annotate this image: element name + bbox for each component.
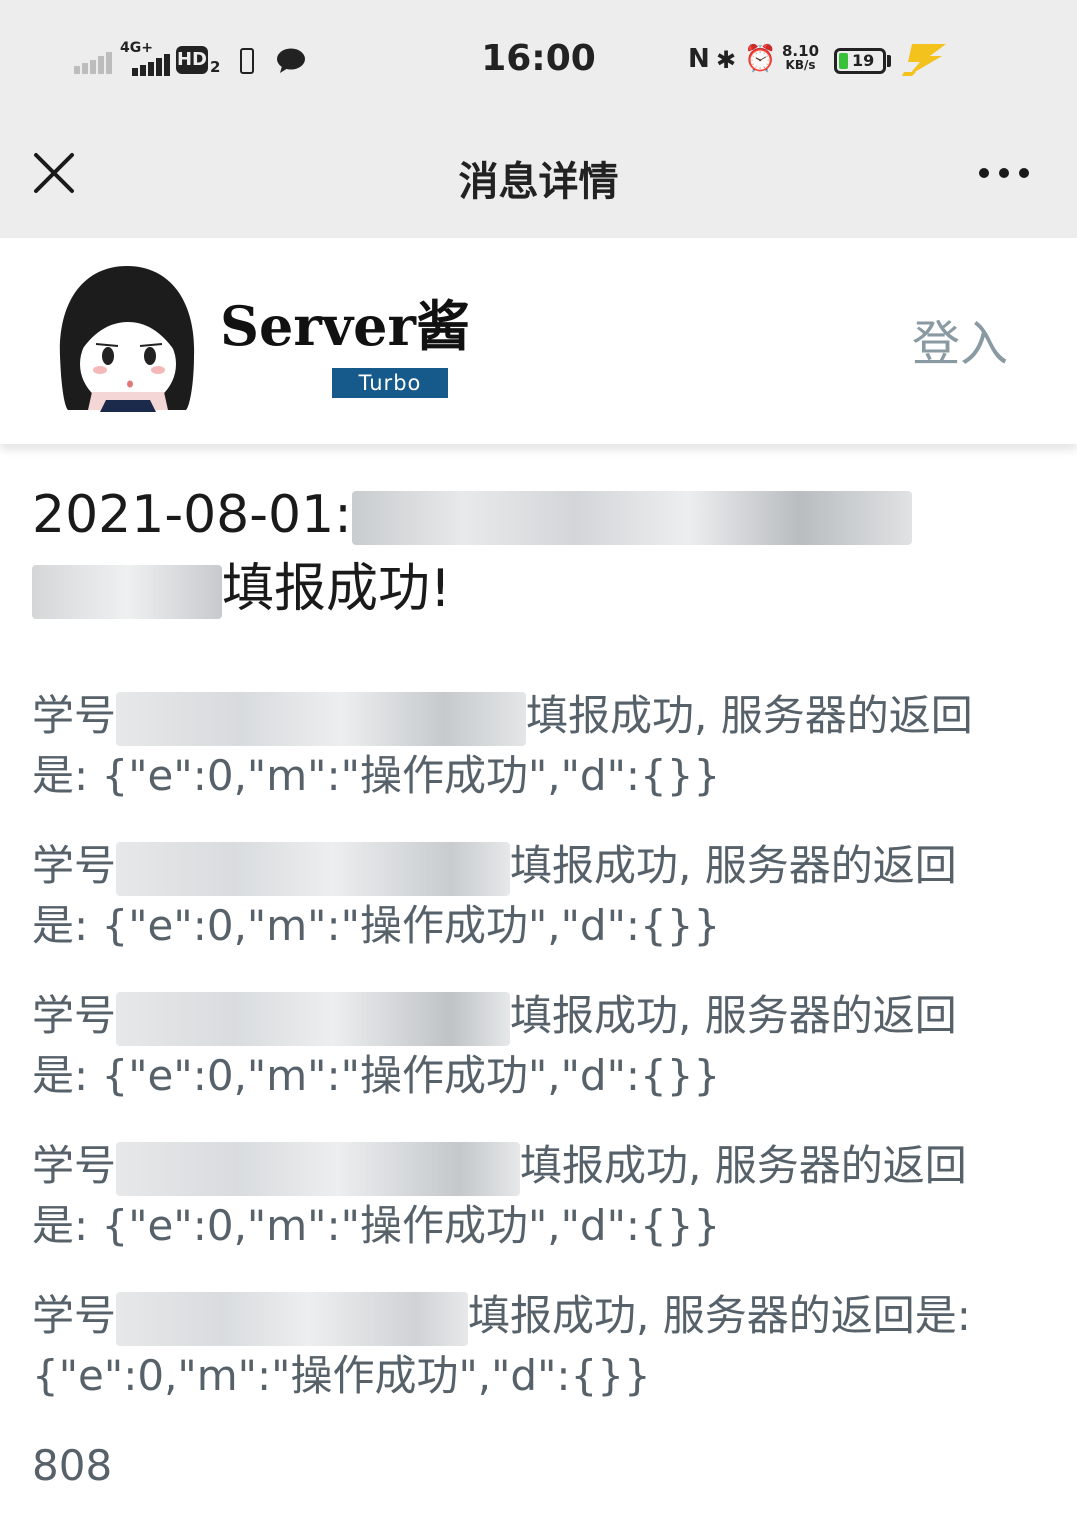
redacted-block xyxy=(116,1141,521,1196)
redacted-block xyxy=(32,565,222,619)
entry-response: 是: {"e":0,"m":"操作成功","d":{}} xyxy=(32,1051,721,1100)
charging-icon xyxy=(902,44,946,76)
message-title: 2021-08-01: 填报成功! xyxy=(32,478,1042,626)
account-name: Server酱 xyxy=(220,294,470,358)
entry-response: {"e":0,"m":"操作成功","d":{}} xyxy=(32,1351,651,1400)
entry-response: 是: {"e":0,"m":"操作成功","d":{}} xyxy=(32,901,721,950)
more-icon[interactable] xyxy=(972,153,1036,193)
entry-prefix: 学号 xyxy=(32,691,117,740)
entry-prefix: 学号 xyxy=(32,991,117,1040)
footer-number: 808 xyxy=(32,1441,113,1490)
entry-response: 是: {"e":0,"m":"操作成功","d":{}} xyxy=(32,1201,721,1250)
battery-tip xyxy=(887,55,891,67)
redacted-block xyxy=(351,491,912,545)
entry-prefix: 学号 xyxy=(32,1141,117,1190)
alarm-icon: ⏰ xyxy=(744,44,777,74)
entry-prefix: 学号 xyxy=(32,841,117,890)
message-status: 填报成功! xyxy=(222,559,451,619)
message-date: 2021-08-01: xyxy=(32,485,352,545)
account-badge: Turbo xyxy=(332,368,448,398)
list-item: 学号 填报成功, 服务器的返回 是: {"e":0,"m":"操作成功","d":… xyxy=(32,836,1052,956)
redacted-block xyxy=(116,841,511,896)
account-card: Server酱 Turbo 登入 xyxy=(0,238,1077,444)
battery-level xyxy=(839,53,848,69)
list-item: 学号 填报成功, 服务器的返回是: {"e":0,"m":"操作成功","d":{… xyxy=(32,1286,1052,1406)
page-title: 消息详情 xyxy=(458,159,619,205)
redacted-block xyxy=(116,991,511,1046)
entry-response: 是: {"e":0,"m":"操作成功","d":{}} xyxy=(32,751,721,800)
net-speed-value: 8.10 xyxy=(782,42,820,60)
entry-status: 填报成功, 服务器的返回 xyxy=(510,841,957,890)
net-speed-unit: KB/s xyxy=(785,58,816,72)
entry-status: 填报成功, 服务器的返回 xyxy=(526,691,973,740)
entry-status: 填报成功, 服务器的返回是: xyxy=(468,1291,971,1340)
avatar[interactable] xyxy=(52,260,202,412)
redacted-block xyxy=(116,691,527,746)
list-item: 学号 填报成功, 服务器的返回 是: {"e":0,"m":"操作成功","d":… xyxy=(32,986,1052,1106)
entry-status: 填报成功, 服务器的返回 xyxy=(520,1141,967,1190)
list-item: 学号 填报成功, 服务器的返回 是: {"e":0,"m":"操作成功","d":… xyxy=(32,686,1052,806)
battery-icon: 19 xyxy=(834,48,886,74)
list-item: 学号 填报成功, 服务器的返回 是: {"e":0,"m":"操作成功","d":… xyxy=(32,1136,1052,1256)
title-bar: 消息详情 xyxy=(0,125,1077,238)
status-bar: 4G+ HD 2 16:00 N ✱ ⏰ 8.10 KB/s 19 xyxy=(0,0,1077,125)
entry-status: 填报成功, 服务器的返回 xyxy=(510,991,957,1040)
entry-prefix: 学号 xyxy=(32,1291,117,1340)
login-button[interactable]: 登入 xyxy=(912,304,1008,374)
battery-percent: 19 xyxy=(852,51,875,70)
bluetooth-icon: ✱ xyxy=(716,46,737,74)
nfc-icon: N xyxy=(688,44,710,74)
redacted-block xyxy=(116,1291,469,1346)
net-speed: 8.10 KB/s xyxy=(782,42,820,73)
